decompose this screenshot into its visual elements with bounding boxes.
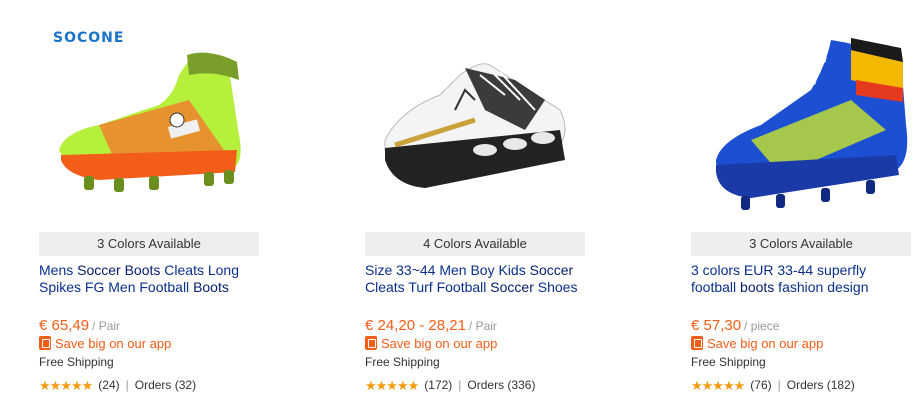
star-rating-icon: ★★★★★: [39, 378, 93, 393]
title-keyword[interactable]: Boots: [193, 279, 229, 295]
price-line: € 24,20 - 28,21/ Pair: [365, 317, 497, 335]
mobile-phone-icon: [691, 336, 703, 350]
rating-line: ★★★★★ (172) | Orders (336): [365, 378, 535, 394]
price: € 65,49: [39, 317, 90, 334]
title-keyword[interactable]: Soccer: [490, 279, 534, 295]
colors-available[interactable]: 3 Colors Available: [39, 232, 259, 256]
title-text[interactable]: Cleats Turf Football: [365, 279, 490, 295]
star-rating-icon: ★★★★★: [365, 378, 419, 393]
price: € 24,20 - 28,21: [365, 317, 466, 334]
colors-available[interactable]: 4 Colors Available: [365, 232, 585, 256]
product-image[interactable]: [691, 0, 913, 228]
title-keyword[interactable]: Soccer: [530, 262, 574, 278]
price-unit: / piece: [744, 319, 780, 333]
title-text[interactable]: Size 33~44 Men Boy Kids: [365, 262, 530, 278]
divider: |: [777, 378, 781, 392]
review-count[interactable]: (76): [750, 378, 771, 392]
rating-line: ★★★★★ (24) | Orders (32): [39, 378, 196, 394]
colors-available[interactable]: 3 Colors Available: [691, 232, 911, 256]
price-unit: / Pair: [92, 319, 121, 333]
title-text[interactable]: fashion design: [774, 279, 868, 295]
rating-line: ★★★★★ (76) | Orders (182): [691, 378, 855, 394]
product-title[interactable]: Mens Soccer Boots Cleats Long Spikes FG …: [39, 262, 261, 296]
app-promo-text[interactable]: Save big on our app: [55, 336, 171, 351]
price: € 57,30: [691, 317, 742, 334]
product-title[interactable]: 3 colors EUR 33-44 superfly football boo…: [691, 262, 913, 296]
app-promo[interactable]: Save big on our app: [691, 336, 823, 352]
review-count[interactable]: (172): [424, 378, 452, 392]
price-unit: / Pair: [468, 319, 497, 333]
order-count: Orders (336): [467, 378, 536, 392]
star-rating-icon: ★★★★★: [691, 378, 745, 393]
shipping-info: Free Shipping: [691, 355, 766, 369]
app-promo-text[interactable]: Save big on our app: [381, 336, 497, 351]
title-text[interactable]: Mens: [39, 262, 77, 278]
divider: |: [458, 378, 462, 392]
product-title[interactable]: Size 33~44 Men Boy Kids Soccer Cleats Tu…: [365, 262, 587, 296]
title-keyword[interactable]: Soccer Boots: [77, 262, 160, 278]
product-card[interactable]: 3 Colors Available Mens Soccer Boots Cle…: [39, 0, 261, 411]
app-promo-text[interactable]: Save big on our app: [707, 336, 823, 351]
shipping-info: Free Shipping: [39, 355, 114, 369]
review-count[interactable]: (24): [98, 378, 119, 392]
price-line: € 57,30/ piece: [691, 317, 779, 335]
app-promo[interactable]: Save big on our app: [39, 336, 171, 352]
product-image[interactable]: [39, 0, 261, 228]
title-keyword[interactable]: boots: [740, 279, 774, 295]
app-promo[interactable]: Save big on our app: [365, 336, 497, 352]
title-text[interactable]: Shoes: [534, 279, 578, 295]
product-image[interactable]: [365, 0, 587, 228]
shipping-info: Free Shipping: [365, 355, 440, 369]
order-count: Orders (182): [786, 378, 855, 392]
mobile-phone-icon: [365, 336, 377, 350]
product-card[interactable]: 3 Colors Available 3 colors EUR 33-44 su…: [691, 0, 913, 411]
divider: |: [125, 378, 129, 392]
product-card[interactable]: 4 Colors Available Size 33~44 Men Boy Ki…: [365, 0, 587, 411]
order-count: Orders (32): [134, 378, 197, 392]
price-line: € 65,49/ Pair: [39, 317, 120, 335]
mobile-phone-icon: [39, 336, 51, 350]
